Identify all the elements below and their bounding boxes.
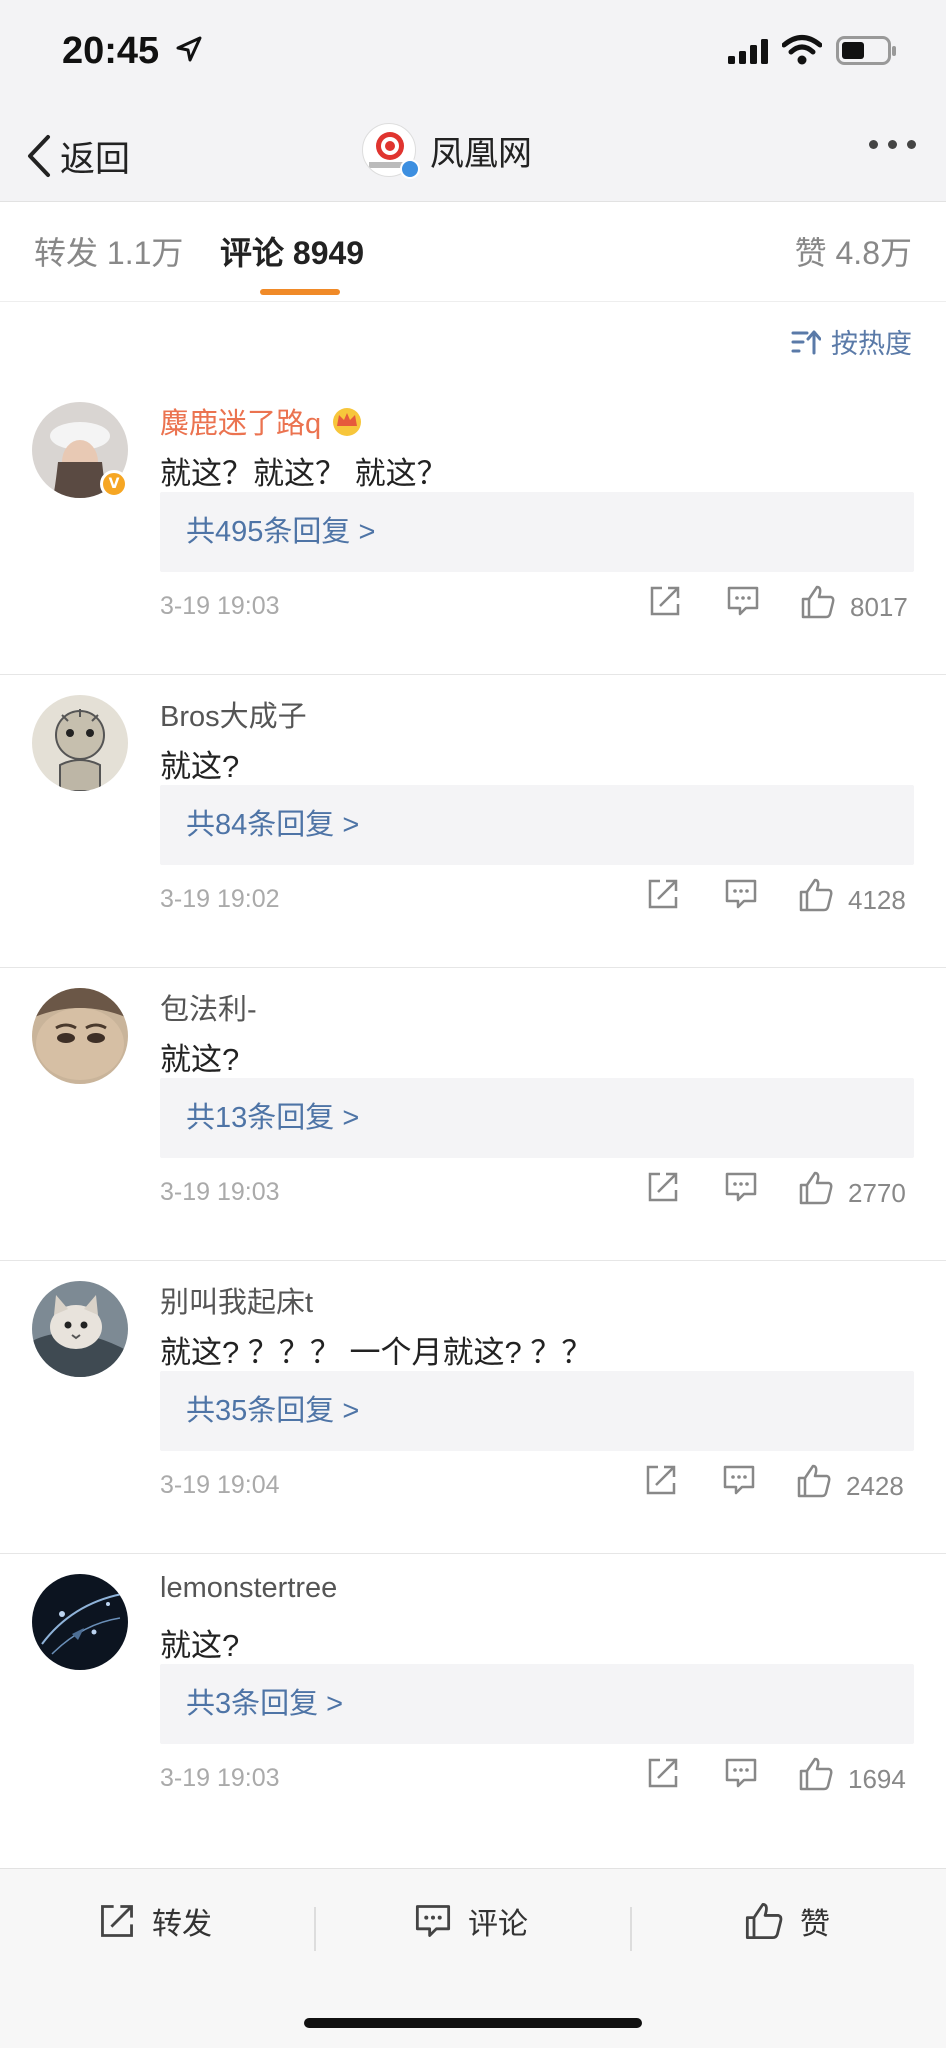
repost-icon: [101, 1905, 133, 1937]
divider: [630, 1907, 632, 1951]
like-button[interactable]: 赞: [744, 1899, 830, 1943]
comment-username[interactable]: Bros大成子: [160, 693, 307, 735]
view-replies-button[interactable]: 共13条回复 >: [160, 1078, 914, 1158]
avatar[interactable]: [32, 1281, 128, 1377]
back-label: 返回: [60, 139, 131, 179]
comment-button[interactable]: 评论: [414, 1899, 528, 1943]
view-replies-button[interactable]: 共35条回复 >: [160, 1371, 914, 1451]
comment-item: Bros大成子 就这? 共84条回复 > 3-19 19:02 4128: [0, 675, 946, 968]
comment-item: lemonstertree 就这? 共3条回复 > 3-19 19:03 169…: [0, 1554, 946, 1847]
reply-icon[interactable]: [726, 584, 760, 618]
like-count: 4128: [848, 885, 906, 915]
chevron-left-icon: [28, 135, 50, 177]
tab-likes[interactable]: 赞 4.8万: [795, 228, 912, 274]
comment-timestamp: 3-19 19:03: [160, 1764, 280, 1792]
tab-bar: 转发 1.1万 评论 8949 赞 4.8万: [0, 202, 946, 302]
avatar[interactable]: [32, 1574, 128, 1670]
avatar[interactable]: [32, 695, 128, 791]
comment-username-text: 别叫我起床t: [160, 1287, 314, 1319]
repost-icon[interactable]: [644, 1463, 678, 1497]
comment-username[interactable]: 别叫我起床t: [160, 1279, 313, 1321]
view-replies-button[interactable]: 共84条回复 >: [160, 785, 914, 865]
comment-text: 就这?: [160, 749, 240, 784]
comment-item: V 麋鹿迷了路q 就这？就这？ 就这？ 共495条回复 > 3-19 19:03…: [0, 382, 946, 675]
comment-timestamp: 3-19 19:03: [160, 1178, 280, 1206]
dot-icon: [907, 140, 916, 149]
verified-badge-icon: V: [100, 470, 128, 498]
avatar[interactable]: [32, 988, 128, 1084]
comment-text: 就这？就这？ 就这？: [160, 456, 448, 491]
home-indicator[interactable]: [304, 2018, 642, 2028]
like-icon[interactable]: [800, 584, 836, 620]
account-name: 凤凰网: [430, 134, 532, 173]
like-icon[interactable]: [796, 1463, 832, 1499]
repost-icon[interactable]: [646, 877, 680, 911]
reply-icon[interactable]: [724, 1756, 758, 1790]
comment-username-text: lemonstertree: [160, 1572, 338, 1604]
dot-icon: [888, 140, 897, 149]
reply-icon[interactable]: [722, 1463, 756, 1497]
location-arrow-icon: [176, 36, 202, 62]
status-time: 20:45: [62, 30, 160, 72]
comment-username[interactable]: 包法利-: [160, 986, 257, 1028]
sort-button[interactable]: 按热度: [791, 322, 912, 361]
comment-username-text: 包法利-: [160, 994, 257, 1026]
account-header[interactable]: 凤凰网: [362, 123, 532, 179]
cellular-signal-icon: [728, 39, 768, 64]
divider: [314, 1907, 316, 1951]
repost-button[interactable]: 转发: [98, 1899, 212, 1943]
comment-text: 就这?: [160, 1628, 240, 1663]
comment-timestamp: 3-19 19:03: [160, 592, 280, 620]
comment-timestamp: 3-19 19:02: [160, 885, 280, 913]
comment-label: 评论: [468, 1908, 528, 1941]
tab-comments[interactable]: 评论 8949: [220, 228, 364, 274]
like-icon[interactable]: [798, 1756, 834, 1792]
repost-icon[interactable]: [646, 1170, 680, 1204]
repost-label: 转发: [152, 1908, 212, 1941]
view-replies-button[interactable]: 共3条回复 >: [160, 1664, 914, 1744]
comment-username[interactable]: lemonstertree: [160, 1572, 337, 1605]
verified-badge-icon: [400, 159, 420, 179]
more-button[interactable]: [869, 140, 916, 149]
repost-icon[interactable]: [648, 584, 682, 618]
view-replies-button[interactable]: 共495条回复 >: [160, 492, 914, 572]
nav-bar: 返回 凤凰网: [0, 110, 946, 202]
comment-username[interactable]: 麋鹿迷了路q: [160, 400, 365, 442]
sort-label: 按热度: [831, 329, 912, 359]
like-icon[interactable]: [798, 877, 834, 913]
back-button[interactable]: 返回: [24, 126, 130, 186]
repost-icon[interactable]: [646, 1756, 680, 1790]
comment-item: 包法利- 就这? 共13条回复 > 3-19 19:03 2770: [0, 968, 946, 1261]
status-bar: 20:45: [0, 0, 946, 110]
comment-text: 就这? ？？？ 一个月就这? ？？: [160, 1335, 593, 1370]
dot-icon: [869, 140, 878, 149]
like-icon: [745, 1902, 783, 1940]
vip-crown-icon: [333, 408, 362, 436]
comment-item: 别叫我起床t 就这? ？？？ 一个月就这? ？？ 共35条回复 > 3-19 1…: [0, 1261, 946, 1554]
like-count: 8017: [850, 592, 908, 622]
like-icon[interactable]: [798, 1170, 834, 1206]
sort-icon: [791, 330, 821, 354]
comment-username-text: 麋鹿迷了路q: [160, 408, 322, 440]
like-label: 赞: [800, 1908, 830, 1941]
like-count: 2428: [846, 1471, 904, 1501]
like-count: 2770: [848, 1178, 906, 1208]
battery-icon: [836, 36, 896, 65]
comment-text: 就这?: [160, 1042, 240, 1077]
wifi-icon: [782, 35, 822, 65]
comment-username-text: Bros大成子: [160, 701, 307, 733]
like-count: 1694: [848, 1764, 906, 1794]
comment-timestamp: 3-19 19:04: [160, 1471, 280, 1499]
reply-icon[interactable]: [724, 1170, 758, 1204]
tab-reposts[interactable]: 转发 1.1万: [34, 228, 183, 274]
tab-active-indicator: [260, 289, 340, 295]
comment-icon: [415, 1905, 451, 1937]
reply-icon[interactable]: [724, 877, 758, 911]
